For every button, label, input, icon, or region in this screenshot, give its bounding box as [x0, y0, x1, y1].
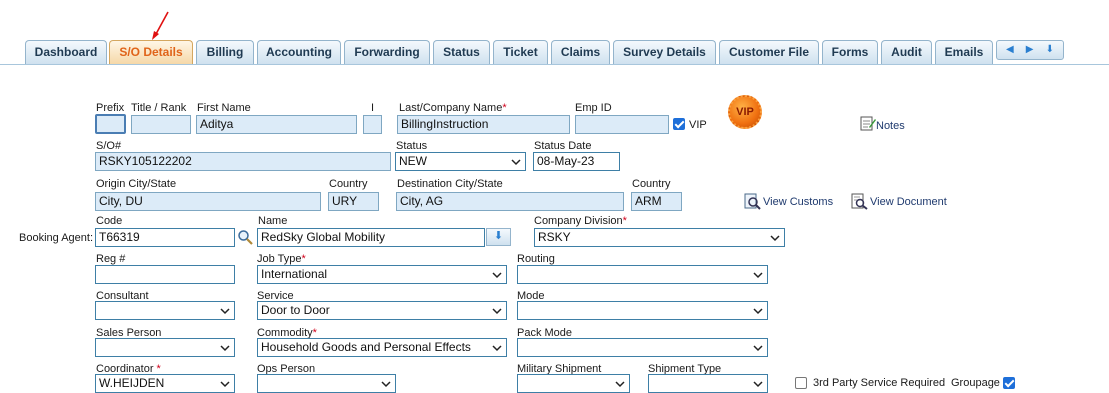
so-number-field: RSKY105122202 — [95, 152, 391, 171]
reg-field[interactable] — [95, 265, 235, 284]
tab-audit[interactable]: Audit — [881, 40, 932, 64]
scroll-left-icon[interactable]: ◀ — [1006, 45, 1014, 55]
reg-label: Reg # — [96, 253, 126, 265]
status-date-field[interactable]: 08-May-23 — [533, 152, 620, 171]
view-document-link[interactable]: View Document — [870, 196, 947, 208]
chevron-down-icon — [770, 235, 780, 242]
chevron-down-icon — [492, 345, 502, 352]
document-icon[interactable] — [851, 193, 868, 210]
tab-bar-divider — [0, 64, 1109, 65]
chevron-down-icon — [753, 308, 763, 315]
chevron-down-icon — [492, 308, 502, 315]
notes-link[interactable]: Notes — [876, 120, 905, 132]
tab-customer-file[interactable]: Customer File — [719, 40, 819, 64]
vip-badge-icon: VIP — [728, 95, 762, 129]
military-shipment-select[interactable] — [517, 374, 630, 393]
tab-scroll-controls: ◀ ▶ ⬇ — [996, 40, 1064, 60]
groupage-label: Groupage — [951, 377, 1000, 389]
routing-label: Routing — [517, 253, 555, 265]
initial-label: I — [371, 102, 375, 114]
prefix-label: Prefix — [96, 102, 125, 114]
ops-person-select[interactable] — [257, 374, 396, 393]
booking-agent-name-field[interactable]: RedSky Global Mobility — [257, 228, 485, 247]
code-label: Code — [96, 215, 123, 227]
tab-dashboard[interactable]: Dashboard — [25, 40, 107, 64]
tab-forwarding[interactable]: Forwarding — [344, 40, 430, 64]
name-label: Name — [258, 215, 288, 227]
vip-checkbox[interactable] — [673, 118, 685, 130]
origin-city-label: Origin City/State — [96, 178, 177, 190]
origin-country-field[interactable]: URY — [328, 192, 379, 211]
emp-id-field[interactable] — [575, 115, 669, 134]
search-icon[interactable] — [237, 229, 253, 245]
download-icon[interactable]: ⬇ — [486, 228, 511, 246]
tab-accounting[interactable]: Accounting — [257, 40, 341, 64]
groupage-checkbox[interactable] — [1003, 377, 1015, 389]
dest-country-field[interactable]: ARM — [631, 192, 682, 211]
scroll-right-icon[interactable]: ▶ — [1026, 45, 1034, 55]
dest-city-field[interactable]: City, AG — [396, 192, 624, 211]
first-name-label: First Name — [197, 102, 251, 114]
view-customs-link[interactable]: View Customs — [763, 196, 833, 208]
third-party-label: 3rd Party Service Required — [813, 377, 946, 389]
booking-agent-label: Booking Agent: — [19, 232, 94, 244]
first-name-field[interactable]: Aditya — [196, 115, 357, 134]
chevron-down-icon — [511, 159, 521, 166]
service-select[interactable]: Door to Door — [257, 301, 507, 320]
tab-ticket[interactable]: Ticket — [493, 40, 548, 64]
tab-so-details[interactable]: S/O Details — [109, 40, 193, 64]
company-division-label: Company Division* — [534, 215, 627, 227]
origin-city-field[interactable]: City, DU — [95, 192, 321, 211]
job-type-label: Job Type* — [257, 253, 306, 265]
title-rank-field[interactable] — [131, 115, 191, 134]
tab-forms[interactable]: Forms — [822, 40, 878, 64]
tab-emails[interactable]: Emails — [935, 40, 993, 64]
notes-icon[interactable] — [860, 115, 876, 131]
chevron-down-icon — [753, 345, 763, 352]
customs-icon[interactable] — [744, 193, 761, 210]
so-number-label: S/O# — [96, 140, 122, 152]
scroll-down-icon[interactable]: ⬇ — [1046, 45, 1054, 55]
third-party-checkbox[interactable] — [795, 377, 807, 389]
annotation-arrow-icon — [152, 11, 169, 40]
sales-person-select[interactable] — [95, 338, 235, 357]
last-company-label: Last/Company Name* — [399, 102, 507, 114]
emp-id-label: Emp ID — [575, 102, 612, 114]
dest-city-label: Destination City/State — [397, 178, 503, 190]
job-type-select[interactable]: International — [257, 265, 507, 284]
coordinator-select[interactable]: W.HEIJDEN — [95, 374, 235, 393]
booking-agent-code-field[interactable]: T66319 — [95, 228, 235, 247]
initial-field[interactable] — [363, 115, 382, 134]
dest-country-label: Country — [632, 178, 671, 190]
status-date-label: Status Date — [534, 140, 592, 152]
origin-country-label: Country — [329, 178, 368, 190]
chevron-down-icon — [220, 308, 230, 315]
chevron-down-icon — [492, 272, 502, 279]
tab-billing[interactable]: Billing — [196, 40, 254, 64]
last-company-field[interactable]: BillingInstruction — [397, 115, 570, 134]
status-label: Status — [396, 140, 428, 152]
status-select[interactable]: NEW — [395, 152, 526, 171]
chevron-down-icon — [220, 345, 230, 352]
vip-label: VIP — [689, 119, 707, 131]
tab-survey-details[interactable]: Survey Details — [613, 40, 716, 64]
consultant-select[interactable] — [95, 301, 235, 320]
routing-select[interactable] — [517, 265, 768, 284]
title-rank-label: Title / Rank — [131, 102, 187, 114]
shipment-type-select[interactable] — [648, 374, 768, 393]
tab-claims[interactable]: Claims — [551, 40, 610, 64]
chevron-down-icon — [753, 272, 763, 279]
mode-select[interactable] — [517, 301, 768, 320]
tab-status[interactable]: Status — [433, 40, 490, 64]
commodity-select[interactable]: Household Goods and Personal Effects — [257, 338, 507, 357]
company-division-select[interactable]: RSKY — [534, 228, 785, 247]
prefix-field[interactable] — [95, 114, 126, 134]
pack-mode-select[interactable] — [517, 338, 768, 357]
